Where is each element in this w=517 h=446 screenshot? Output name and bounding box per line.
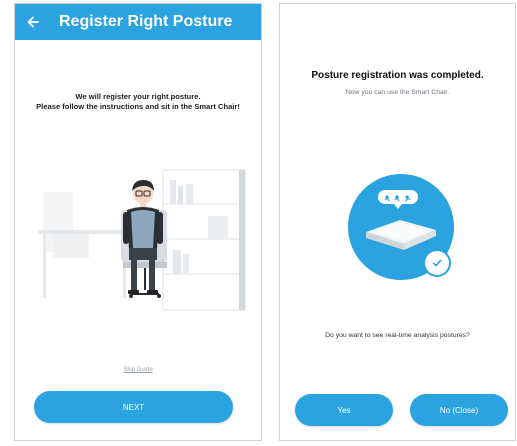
sitting-posture-illustration [38,169,246,311]
skip-guide-link[interactable]: Skip Guide [15,367,261,373]
register-posture-screen: Register Right Posture We will register … [14,3,262,441]
completion-subtitle: Now you can use the Smart Chair. [345,89,450,96]
app-bar: Register Right Posture [15,4,261,40]
registration-complete-screen: Posture registration was completed. Now … [279,3,516,441]
next-button[interactable]: NEXT [34,391,233,423]
page-title: Register Right Posture [59,13,233,30]
yes-button[interactable]: Yes [295,394,393,426]
realtime-analysis-question: Do you want to see real-time analysis po… [325,332,470,339]
check-badge [425,251,449,275]
intro-text-line2: Please follow the instructions and sit i… [36,102,240,111]
no-close-button[interactable]: No (Close) [410,394,508,426]
wall-bar [239,170,245,310]
back-button[interactable] [23,12,43,32]
completion-title: Posture registration was completed. [311,70,484,81]
intro-text-line1: We will register your right posture. [75,92,201,101]
desk-top [38,230,133,234]
back-arrow-icon [27,16,39,28]
check-icon [432,259,442,267]
